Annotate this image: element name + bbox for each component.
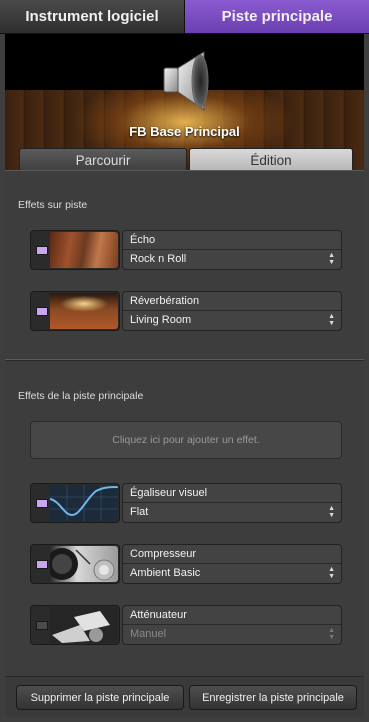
- add-effect-button[interactable]: Cliquez ici pour ajouter un effet.: [30, 421, 342, 459]
- up-down-arrows-icon[interactable]: ▲ ▼: [328, 627, 335, 641]
- effect-preset-select[interactable]: Living Room: [130, 314, 191, 326]
- effect-preset-select[interactable]: Flat: [130, 506, 148, 518]
- tab-edit[interactable]: Édition: [189, 148, 353, 171]
- top-tab-bar: Instrument logiciel Piste principale: [0, 0, 369, 34]
- limiter-icon: [52, 611, 110, 643]
- divider: [123, 310, 341, 311]
- save-master-track-button[interactable]: Enregistrer la piste principale: [189, 685, 357, 710]
- track-info-panel: Instrument logiciel Piste principale FB …: [0, 0, 369, 722]
- track-effects-heading: Effets sur piste: [18, 199, 88, 211]
- divider: [123, 563, 341, 564]
- master-effects-heading: Effets de la piste principale: [18, 390, 144, 402]
- up-down-arrows-icon[interactable]: ▲ ▼: [328, 252, 335, 266]
- tab-software-instrument[interactable]: Instrument logiciel: [0, 0, 185, 34]
- effect-slot-reverb: Réverbération Living Room ▲ ▼: [30, 291, 342, 331]
- canyon-thumbnail[interactable]: [50, 232, 118, 268]
- effect-enable-toggle[interactable]: [36, 246, 48, 255]
- delete-master-track-button[interactable]: Supprimer la piste principale: [16, 685, 184, 710]
- speaker-icon: [163, 51, 209, 111]
- effect-settings: Atténuateur Manuel ▲ ▼: [122, 605, 342, 645]
- effect-settings: Réverbération Living Room ▲ ▼: [122, 291, 342, 331]
- effect-thumbnail-box: [30, 605, 120, 645]
- effect-preset-select[interactable]: Rock n Roll: [130, 253, 186, 265]
- compressor-knob-thumbnail[interactable]: [50, 546, 118, 582]
- effect-settings: Compresseur Ambient Basic ▲ ▼: [122, 544, 342, 584]
- hall-thumbnail[interactable]: [50, 293, 118, 329]
- divider: [123, 249, 341, 250]
- up-down-arrows-icon[interactable]: ▲ ▼: [328, 566, 335, 580]
- divider: [123, 624, 341, 625]
- section-divider: [5, 359, 364, 360]
- effect-enable-toggle[interactable]: [36, 560, 48, 569]
- effect-slot-echo: Écho Rock n Roll ▲ ▼: [30, 230, 342, 270]
- tab-master-track[interactable]: Piste principale: [185, 0, 369, 34]
- track-name: FB Base Principal: [129, 124, 240, 139]
- tab-browse[interactable]: Parcourir: [19, 148, 187, 171]
- effect-preset-select[interactable]: Manuel: [130, 628, 166, 640]
- effect-name[interactable]: Compresseur: [130, 548, 196, 560]
- effect-thumbnail-box: [30, 230, 120, 270]
- effect-name[interactable]: Égaliseur visuel: [130, 487, 207, 499]
- effect-name[interactable]: Réverbération: [130, 295, 199, 307]
- eq-curve-thumbnail[interactable]: [50, 485, 118, 521]
- up-down-arrows-icon[interactable]: ▲ ▼: [328, 313, 335, 327]
- effect-enable-toggle[interactable]: [36, 307, 48, 316]
- limiter-thumbnail[interactable]: [50, 607, 118, 643]
- effect-settings: Égaliseur visuel Flat ▲ ▼: [122, 483, 342, 523]
- up-down-arrows-icon[interactable]: ▲ ▼: [328, 505, 335, 519]
- eq-curve-icon: [50, 485, 118, 521]
- effect-enable-toggle[interactable]: [36, 621, 48, 630]
- effect-slot-limiter: Atténuateur Manuel ▲ ▼: [30, 605, 342, 645]
- effect-slot-visual-eq: Égaliseur visuel Flat ▲ ▼: [30, 483, 342, 523]
- divider: [123, 502, 341, 503]
- knob-icon: [50, 548, 115, 581]
- effect-thumbnail-box: [30, 544, 120, 584]
- effect-thumbnail-box: [30, 291, 120, 331]
- effect-name[interactable]: Écho: [130, 234, 155, 246]
- effect-enable-toggle[interactable]: [36, 499, 48, 508]
- effect-name[interactable]: Atténuateur: [130, 609, 187, 621]
- effect-preset-select[interactable]: Ambient Basic: [130, 567, 200, 579]
- effect-slot-compressor: Compresseur Ambient Basic ▲ ▼: [30, 544, 342, 584]
- effect-thumbnail-box: [30, 483, 120, 523]
- effect-settings: Écho Rock n Roll ▲ ▼: [122, 230, 342, 270]
